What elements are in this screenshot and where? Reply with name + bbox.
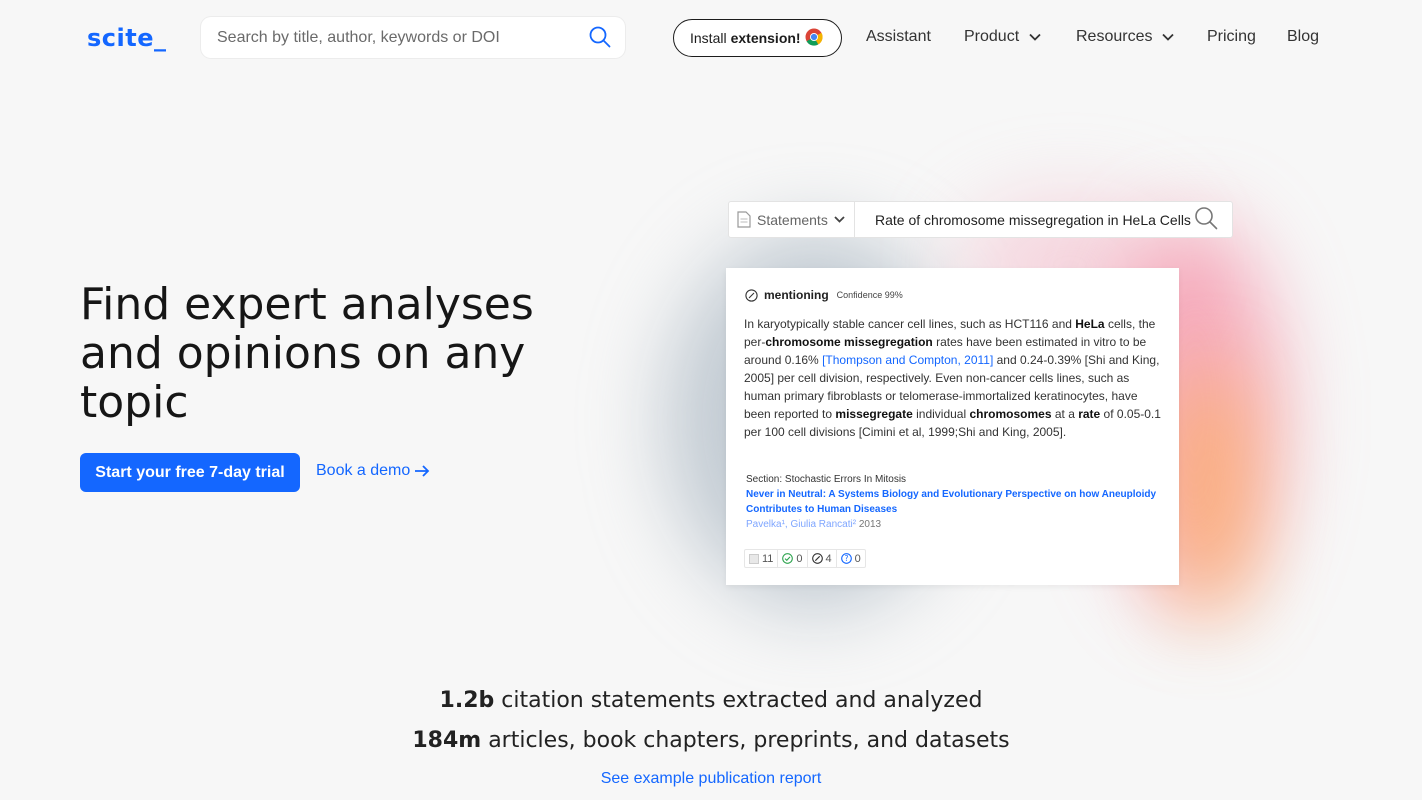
text-highlight: chromosomes <box>969 407 1052 421</box>
document-icon <box>737 211 751 228</box>
authors: Pavelka¹, Giulia Rancati² <box>746 519 857 530</box>
hero-title: Find expert analyses and opinions on any… <box>80 279 534 428</box>
start-trial-button[interactable]: Start your free 7-day trial <box>80 453 300 492</box>
nav-resources-label: Resources <box>1076 28 1153 45</box>
install-extension-button[interactable]: Install extension! <box>673 19 842 57</box>
stat-supporting: 0 <box>778 550 808 567</box>
stat-number: 1.2b <box>439 688 495 713</box>
nav-blog-label: Blog <box>1287 28 1320 45</box>
nav-pricing-label: Pricing <box>1207 28 1256 45</box>
document-icon <box>749 553 759 564</box>
statement-query: Rate of chromosome missegregation in HeL… <box>875 211 1191 228</box>
book-demo-link[interactable]: Book a demo <box>316 462 430 480</box>
publication-link[interactable]: Never in Neutral: A Systems Biology and … <box>746 487 1166 517</box>
install-label: Install <box>690 30 727 46</box>
nav-product[interactable]: Product <box>964 28 1041 46</box>
statement-search-bar: Statements Rate of chromosome missegrega… <box>728 201 1233 238</box>
stat-contrasting: ? 0 <box>837 550 865 567</box>
text-highlight: chromosome missegregation <box>765 335 933 349</box>
search-box[interactable] <box>201 17 625 58</box>
citation-link[interactable]: [Thompson and Compton, 2011] <box>822 353 993 367</box>
text-part: In karyotypically stable cancer cell lin… <box>744 317 1076 331</box>
stat-contrasting-value: 0 <box>854 552 861 565</box>
nav-assistant-label: Assistant <box>866 28 931 45</box>
section-label: Section: Stochastic Errors In Mitosis <box>746 474 907 485</box>
site-header: scite_ Install extension! Assistant Prod… <box>0 0 1422 78</box>
mentioning-icon <box>811 553 823 564</box>
scite-logo[interactable]: scite_ <box>87 24 167 52</box>
card-source: Section: Stochastic Errors In Mitosis Ne… <box>746 472 1166 532</box>
statements-label: Statements <box>757 211 828 228</box>
install-label-bold: extension! <box>730 30 801 46</box>
stat-articles: 184m articles, book chapters, preprints,… <box>0 728 1422 753</box>
chrome-icon <box>805 28 823 49</box>
book-demo-label: Book a demo <box>316 462 411 479</box>
text-part: individual <box>912 407 970 421</box>
search-icon[interactable] <box>589 26 611 52</box>
nav-pricing[interactable]: Pricing <box>1207 28 1256 46</box>
stat-mentioning-value: 4 <box>825 552 832 565</box>
chevron-down-icon <box>834 216 845 223</box>
stat-number: 184m <box>412 728 482 753</box>
stat-supporting-value: 0 <box>796 552 803 565</box>
svg-text:?: ? <box>844 554 848 563</box>
text-part: at a <box>1051 407 1079 421</box>
card-header: mentioning Confidence 99% <box>745 288 903 302</box>
stat-mentioning: 4 <box>808 550 837 567</box>
nav-blog[interactable]: Blog <box>1287 28 1319 46</box>
statements-dropdown[interactable]: Statements <box>729 202 855 237</box>
decorative-blob <box>1175 360 1245 620</box>
citation-statement-card: mentioning Confidence 99% In karyotypica… <box>726 268 1179 585</box>
question-circle-icon: ? <box>840 553 852 564</box>
search-input[interactable] <box>217 17 577 58</box>
stat-citation-statements: 1.2b citation statements extracted and a… <box>0 688 1422 713</box>
nav-product-label: Product <box>964 28 1020 45</box>
nav-assistant[interactable]: Assistant <box>866 28 931 46</box>
example-report-link[interactable]: See example publication report <box>0 770 1422 788</box>
citation-stats: 11 0 4 ? 0 <box>744 549 866 568</box>
text-highlight: rate <box>1078 407 1101 421</box>
text-highlight: missegregate <box>835 407 913 421</box>
nav-resources[interactable]: Resources <box>1076 28 1175 46</box>
statement-type: mentioning <box>764 288 829 302</box>
stat-text: articles, book chapters, preprints, and … <box>481 728 1010 753</box>
publication-year: 2013 <box>858 519 882 530</box>
confidence-label: Confidence 99% <box>836 290 903 300</box>
mentioning-icon <box>745 288 758 302</box>
check-circle-icon <box>782 553 794 564</box>
stat-total-value: 11 <box>762 552 774 565</box>
arrow-right-icon <box>415 465 430 477</box>
text-highlight: HeLa <box>1075 317 1105 331</box>
statement-text: In karyotypically stable cancer cell lin… <box>744 315 1162 441</box>
stat-text: citation statements extracted and analyz… <box>494 688 983 713</box>
chevron-down-icon <box>1029 33 1041 41</box>
chevron-down-icon <box>1162 33 1175 41</box>
stat-total: 11 <box>745 550 779 567</box>
search-icon <box>1194 206 1218 234</box>
